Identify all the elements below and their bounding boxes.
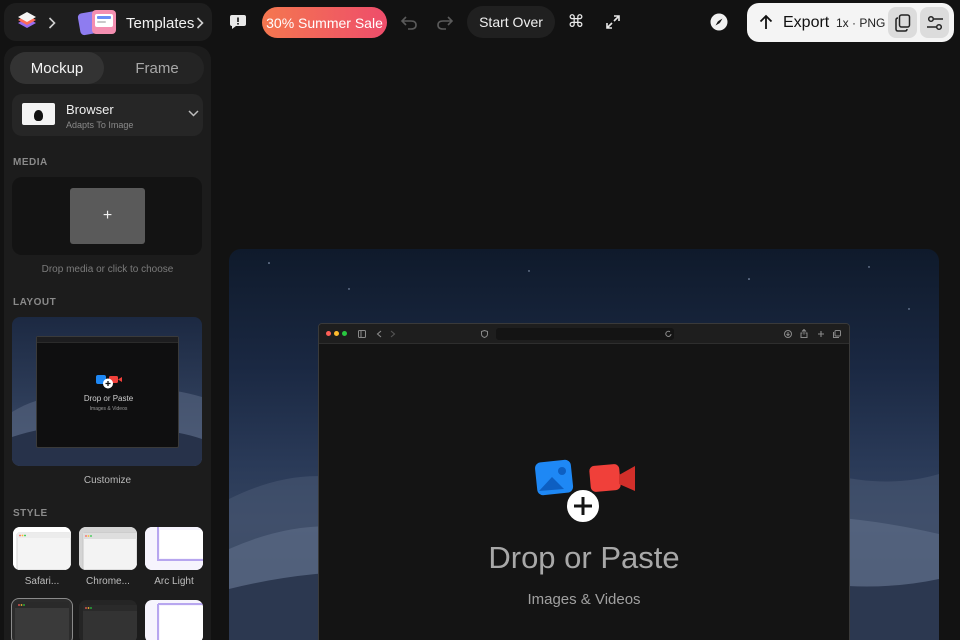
device-thumbnail	[22, 103, 55, 125]
export-format-selector[interactable]: 1x · PNG	[836, 16, 885, 30]
url-bar	[496, 328, 674, 340]
forward-icon	[390, 330, 396, 338]
chevron-down-icon	[188, 110, 199, 117]
templates-label: Templates	[126, 15, 195, 32]
chevron-right-icon	[48, 17, 56, 29]
image-icon	[535, 459, 574, 496]
media-icons	[96, 375, 122, 389]
style-section-label: STYLE	[13, 508, 48, 519]
tabs-overview-icon	[833, 330, 841, 338]
chevron-right-icon	[196, 17, 204, 29]
app-logo-icon[interactable]	[16, 12, 38, 32]
sidebar: Mockup Frame Browser Adapts To Image MED…	[4, 46, 211, 640]
browser-mockup-window: Drop or Paste Images & Videos	[318, 323, 850, 640]
minimize-dot-icon	[334, 331, 339, 336]
style-option-safari-dark[interactable]	[11, 598, 73, 640]
style-option-safari[interactable]	[13, 527, 71, 570]
device-subtitle: Adapts To Image	[66, 120, 134, 130]
style-label-safari: Safari...	[24, 576, 60, 587]
templates-icon	[77, 10, 116, 36]
drop-subtitle: Images & Videos	[527, 591, 641, 608]
redo-button[interactable]	[436, 13, 454, 31]
undo-icon	[400, 16, 417, 30]
add-media-button[interactable]: +	[70, 188, 145, 244]
style-label-chrome: Chrome...	[86, 576, 130, 587]
redo-icon	[437, 16, 454, 30]
export-button[interactable]: Export	[783, 14, 829, 32]
device-selector[interactable]: Browser Adapts To Image	[12, 94, 203, 136]
style-option-arc-light[interactable]	[145, 527, 203, 570]
reload-icon	[665, 330, 672, 337]
style-option-arc-dark[interactable]	[145, 600, 203, 640]
layout-browser-window: Drop or Paste Images & Videos	[36, 336, 179, 448]
style-option-chrome[interactable]	[79, 527, 137, 570]
mode-tabs: Mockup Frame	[10, 52, 204, 84]
maximize-dot-icon	[342, 331, 347, 336]
fullscreen-button[interactable]	[603, 12, 623, 32]
style-label-arc-light: Arc Light	[154, 576, 194, 587]
close-dot-icon	[326, 331, 331, 336]
safari-dark-thumbnail	[15, 602, 69, 640]
feedback-button[interactable]	[228, 12, 248, 32]
tab-frame[interactable]: Frame	[110, 52, 204, 84]
media-section-label: MEDIA	[13, 157, 48, 168]
copy-to-clipboard-button[interactable]	[888, 7, 917, 38]
compass-icon	[710, 13, 728, 31]
share-icon	[800, 329, 808, 338]
browser-toolbar	[319, 324, 849, 344]
drop-media-icons	[535, 459, 635, 523]
privacy-shield-icon	[481, 330, 488, 338]
sidebar-toggle-icon	[358, 330, 366, 338]
export-settings-button[interactable]	[920, 7, 949, 38]
templates-switcher[interactable]: Templates	[4, 3, 212, 41]
chrome-dark-thumbnail	[83, 605, 137, 640]
drop-title: Drop or Paste	[488, 540, 680, 575]
compass-button[interactable]	[709, 12, 729, 32]
new-tab-icon	[818, 331, 824, 337]
summer-sale-button[interactable]: 30% Summer Sale	[262, 7, 387, 38]
layout-preview-title: Drop or Paste	[83, 394, 134, 403]
arc-light-thumbnail	[145, 527, 203, 570]
export-panel: Export 1x · PNG	[747, 3, 954, 42]
customize-link[interactable]: Customize	[4, 475, 211, 486]
style-option-chrome-dark[interactable]	[79, 600, 137, 640]
start-over-button[interactable]: Start Over	[467, 6, 555, 38]
mockup-canvas[interactable]: Drop or Paste Images & Videos	[229, 249, 939, 640]
copy-icon	[894, 13, 910, 32]
top-toolbar: Templates 30% Summer Sale Start Over ⌘ E…	[0, 0, 960, 44]
command-menu-button[interactable]: ⌘	[566, 12, 586, 32]
safari-thumbnail	[13, 527, 71, 570]
download-icon	[784, 330, 792, 338]
layout-preview[interactable]: Drop or Paste Images & Videos	[12, 317, 202, 466]
layout-section-label: LAYOUT	[13, 297, 57, 308]
arc-thumbnail	[157, 603, 203, 640]
chrome-thumbnail	[79, 527, 137, 570]
device-name: Browser	[66, 102, 114, 117]
media-hint: Drop media or click to choose	[41, 264, 174, 275]
expand-icon	[606, 15, 620, 29]
add-media-plus-icon	[565, 488, 601, 523]
undo-button[interactable]	[400, 13, 418, 31]
command-icon: ⌘	[567, 12, 585, 31]
layout-preview-subtitle: Images & Videos	[89, 406, 128, 412]
export-arrow-icon[interactable]	[757, 13, 775, 31]
media-dropzone[interactable]: +	[12, 177, 202, 255]
tab-mockup[interactable]: Mockup	[10, 52, 104, 84]
feedback-icon	[230, 15, 246, 29]
video-camera-icon	[589, 464, 635, 492]
settings-sliders-icon	[926, 15, 943, 30]
back-icon	[376, 330, 382, 338]
